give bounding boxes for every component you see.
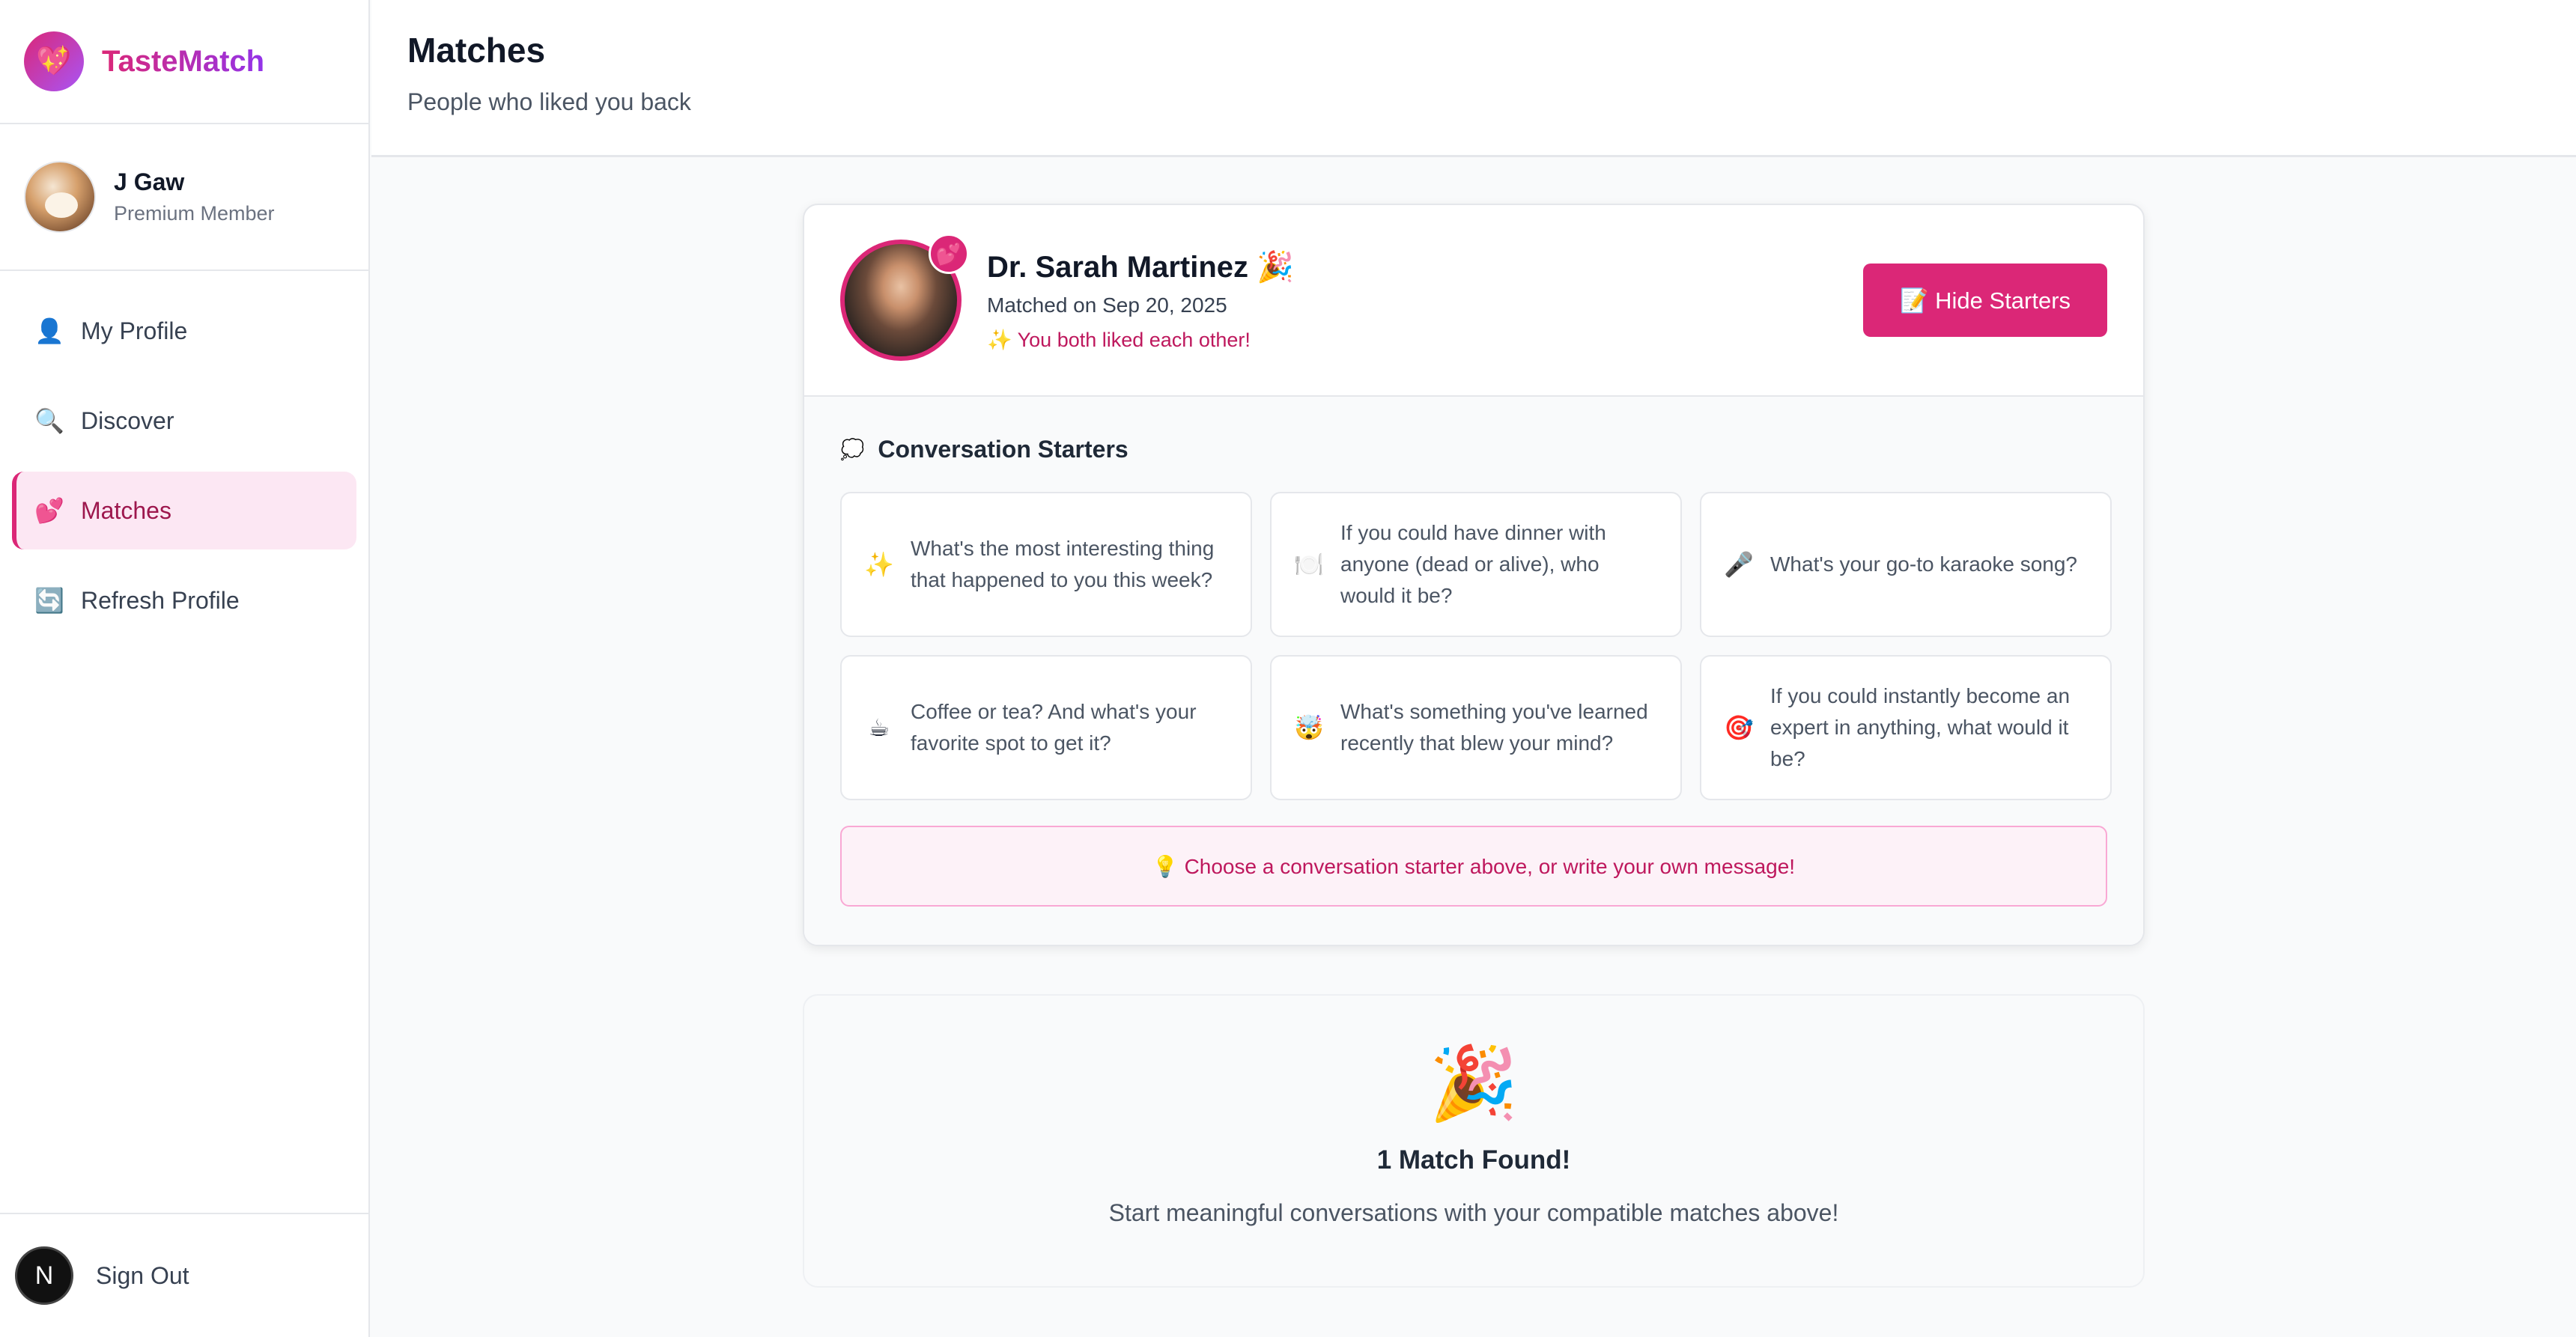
match-header: 💕 Dr. Sarah Martinez 🎉 Matched on Sep 20…	[804, 205, 2143, 397]
user-name: J Gaw	[114, 168, 185, 195]
match-summary: 🎉 1 Match Found! Start meaningful conver…	[803, 994, 2145, 1288]
sidebar-item-discover[interactable]: 🔍 Discover	[12, 382, 356, 460]
sidebar-footer: N Sign Out	[0, 1213, 368, 1337]
sparkles-icon: ✨	[864, 551, 894, 578]
sidebar-item-label: Discover	[81, 406, 174, 434]
match-date: Matched on Sep 20, 2025	[987, 293, 1227, 317]
mind-blown-icon: 🤯	[1294, 714, 1324, 741]
party-popper-icon: 🎉	[1429, 1044, 1519, 1124]
match-card: 💕 Dr. Sarah Martinez 🎉 Matched on Sep 20…	[803, 204, 2145, 946]
match-photo-wrap: 💕	[840, 234, 969, 361]
starter-card[interactable]: ✨ What's the most interesting thing that…	[840, 492, 1252, 637]
sidebar-item-label: Matches	[81, 496, 171, 524]
target-icon: 🎯	[1724, 714, 1754, 741]
starter-text: What's the most interesting thing that h…	[911, 537, 1215, 591]
page-title: Matches	[407, 31, 546, 70]
sign-out-button[interactable]: Sign Out	[96, 1262, 189, 1290]
refresh-icon: 🔄	[34, 587, 64, 614]
user-icon: 👤	[34, 317, 64, 344]
brand[interactable]: 💖 TasteMatch	[0, 0, 368, 124]
conversation-starters: 💭 Conversation Starters ✨ What's the mos…	[804, 397, 2143, 945]
search-icon: 🔍	[34, 407, 64, 434]
page-header: Matches People who liked you back	[371, 0, 2576, 157]
sidebar-item-my-profile[interactable]: 👤 My Profile	[12, 292, 356, 370]
heart-logo-icon: 💖	[24, 31, 84, 91]
starters-title: 💭 Conversation Starters	[840, 436, 2107, 463]
coffee-icon: ☕	[868, 714, 890, 741]
sidebar-item-label: My Profile	[81, 317, 188, 344]
match-name: Dr. Sarah Martinez 🎉	[987, 250, 1294, 284]
n-badge-icon[interactable]: N	[15, 1246, 73, 1305]
starters-title-label: Conversation Starters	[878, 436, 1128, 463]
starter-card[interactable]: 🎤 What's your go-to karaoke song?	[1700, 492, 2112, 637]
starter-text: If you could have dinner with anyone (de…	[1340, 521, 1606, 607]
summary-text: Start meaningful conversations with your…	[1108, 1199, 1839, 1226]
thought-bubble-icon: 💭	[840, 438, 865, 460]
mutual-like-note: ✨ You both liked each other!	[987, 328, 1251, 351]
user-card: J Gaw Premium Member	[0, 124, 368, 271]
starter-card[interactable]: 🎯 If you could instantly become an exper…	[1700, 655, 2112, 800]
starter-text: Coffee or tea? And what's your favorite …	[911, 700, 1197, 755]
starter-text: What's something you've learned recently…	[1340, 700, 1648, 755]
user-info: J Gaw Premium Member	[114, 168, 275, 225]
user-role: Premium Member	[114, 202, 275, 225]
sidebar-item-refresh-profile[interactable]: 🔄 Refresh Profile	[12, 561, 356, 639]
starter-text: If you could instantly become an expert …	[1770, 684, 2071, 770]
starter-text: What's your go-to karaoke song?	[1770, 552, 2078, 576]
heart-badge-icon: 💕	[929, 234, 969, 274]
starter-card[interactable]: 🤯 What's something you've learned recent…	[1270, 655, 1682, 800]
match-info: Dr. Sarah Martinez 🎉 Matched on Sep 20, …	[987, 249, 1863, 352]
page-subtitle: People who liked you back	[407, 88, 691, 115]
sidebar-item-matches[interactable]: 💕 Matches	[12, 472, 356, 549]
app-name: TasteMatch	[102, 44, 265, 78]
starter-card[interactable]: ☕ Coffee or tea? And what's your favorit…	[840, 655, 1252, 800]
microphone-icon: 🎤	[1724, 551, 1754, 578]
summary-title: 1 Match Found!	[1376, 1145, 1571, 1175]
starters-grid: ✨ What's the most interesting thing that…	[840, 492, 2112, 800]
sidebar-nav: 👤 My Profile 🔍 Discover 💕 Matches 🔄 Refr…	[0, 271, 368, 639]
sidebar-item-label: Refresh Profile	[81, 586, 240, 614]
avatar	[24, 161, 96, 233]
hide-starters-button[interactable]: 📝 Hide Starters	[1863, 264, 2107, 337]
starter-tip: 💡 Choose a conversation starter above, o…	[840, 826, 2107, 907]
plate-icon: 🍽️	[1294, 551, 1324, 578]
two-hearts-icon: 💕	[34, 497, 64, 524]
sidebar: 💖 TasteMatch J Gaw Premium Member 👤 My P…	[0, 0, 370, 1337]
starter-card[interactable]: 🍽️ If you could have dinner with anyone …	[1270, 492, 1682, 637]
